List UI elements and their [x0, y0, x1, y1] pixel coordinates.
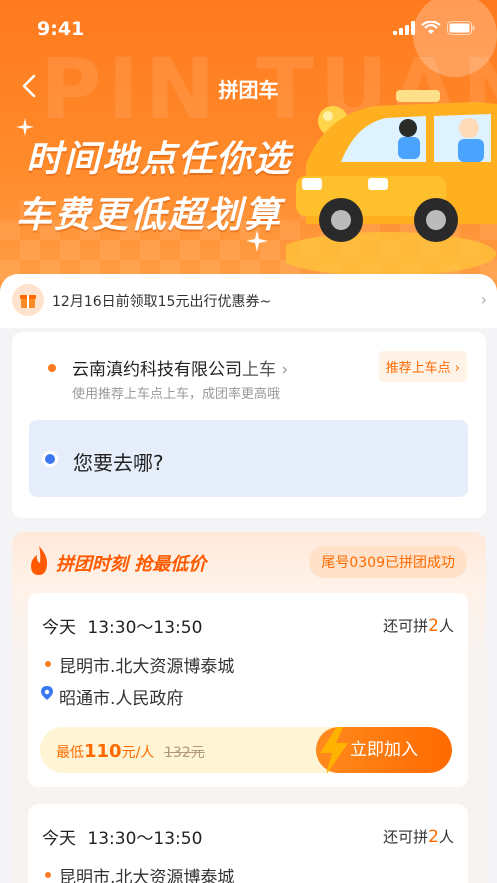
- recommend-pickup-button[interactable]: 推荐上车点 ›: [378, 351, 467, 382]
- origin-dot: [45, 872, 51, 878]
- trip-destination: 昭通市.人民政府: [59, 689, 184, 709]
- trip-time: 今天 13:30～13:50: [42, 613, 202, 638]
- pickup-hint: 使用推荐上车点上车，成团率更高哦: [72, 387, 281, 402]
- destination-placeholder: 您要去哪?: [73, 451, 164, 475]
- gift-icon: [12, 284, 44, 316]
- price-unit: 元/人: [121, 745, 155, 761]
- trip-card[interactable]: 今天 13:30～13:50 还可拼2人 昆明市.北大资源博泰城: [28, 804, 468, 883]
- route-card: 云南滇约科技有限公司上车 › 使用推荐上车点上车，成团率更高哦 推荐上车点 › …: [12, 332, 486, 518]
- nav-bar: 拼团车: [0, 68, 497, 108]
- trip-seats: 还可拼2人: [383, 826, 454, 847]
- price-low-label: 最低: [56, 745, 84, 761]
- pickup-location[interactable]: 云南滇约科技有限公司上车 ›: [72, 355, 288, 380]
- status-time: 9:41: [37, 18, 85, 40]
- destination-dot: [45, 454, 55, 464]
- pickup-suffix: 上车: [242, 360, 276, 380]
- destination-input[interactable]: 您要去哪?: [29, 420, 468, 497]
- location-pin-icon: [41, 686, 53, 700]
- seats-suffix: 人: [438, 828, 454, 846]
- trip-day: 今天: [42, 829, 76, 849]
- recommend-pickup-label: 推荐上车点: [385, 361, 451, 376]
- status-icons: [393, 21, 475, 35]
- group-success-tag: 尾号0309已拼团成功: [309, 546, 467, 578]
- original-price: 132元: [164, 745, 205, 761]
- trip-card[interactable]: 今天 13:30～13:50 还可拼2人 昆明市.北大资源博泰城 昭通市.人民政…: [28, 593, 468, 787]
- group-title: 拼团时刻 抢最低价: [56, 554, 207, 575]
- seats-prefix: 还可拼: [383, 617, 429, 635]
- trip-origin: 昆明市.北大资源博泰城: [59, 657, 235, 677]
- taxi-illustration: [286, 90, 497, 274]
- page-title: 拼团车: [218, 78, 279, 102]
- pickup-dot: [48, 364, 56, 372]
- banner-slogan-line1: 时间地点任你选: [26, 139, 293, 180]
- origin-dot: [45, 661, 51, 667]
- chevron-right-icon: ›: [480, 290, 487, 309]
- seats-count: 2: [428, 827, 439, 847]
- coupon-text: 12月16日前领取15元出行优惠券~: [52, 294, 272, 310]
- signal-icon: [393, 21, 415, 35]
- wifi-icon: [421, 21, 441, 34]
- battery-icon: [447, 21, 475, 35]
- hero-banner: PIN TUAN 时间地点任你选 车费更低超划算: [0, 0, 497, 300]
- trip-price: 最低110元/人: [56, 741, 154, 762]
- trip-price-bar: 最低110元/人 132元 立即加入: [40, 727, 452, 773]
- seats-prefix: 还可拼: [383, 828, 429, 846]
- trip-time-range: 13:30～13:50: [87, 829, 203, 849]
- seats-count: 2: [428, 616, 439, 636]
- coupon-bar[interactable]: 12月16日前领取15元出行优惠券~ ›: [0, 274, 497, 328]
- trip-time-range: 13:30～13:50: [87, 618, 203, 638]
- chevron-right-icon: ›: [276, 360, 289, 380]
- status-bar: 9:41: [0, 18, 497, 44]
- trip-seats: 还可拼2人: [383, 615, 454, 636]
- trip-day: 今天: [42, 618, 76, 638]
- trip-origin: 昆明市.北大资源博泰城: [59, 868, 235, 883]
- trip-time: 今天 13:30～13:50: [42, 824, 202, 849]
- banner-slogan-line2: 车费更低超划算: [16, 195, 283, 236]
- group-section: 拼团时刻 抢最低价 尾号0309已拼团成功 今天 13:30～13:50 还可拼…: [12, 532, 486, 883]
- seats-suffix: 人: [438, 617, 454, 635]
- chevron-right-icon: ›: [450, 361, 460, 376]
- pickup-place: 云南滇约科技有限公司: [72, 360, 242, 380]
- price-value: 110: [84, 741, 122, 762]
- flame-icon: [31, 546, 48, 575]
- lightning-icon: [320, 727, 348, 773]
